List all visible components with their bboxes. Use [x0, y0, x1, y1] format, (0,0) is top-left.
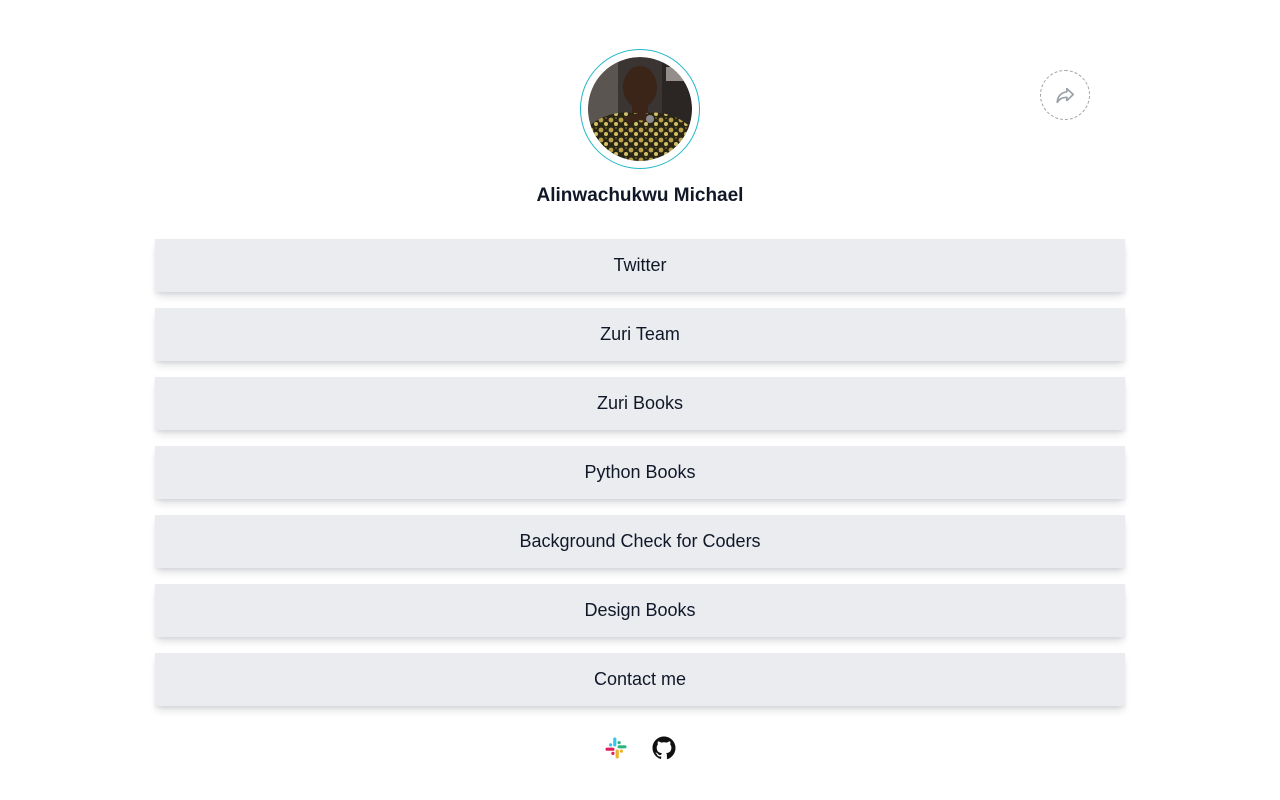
link-contact-me[interactable]: Contact me	[155, 653, 1125, 706]
link-design-books[interactable]: Design Books	[155, 584, 1125, 637]
github-icon[interactable]	[652, 736, 676, 760]
linktree-page: Alinwachukwu Michael Twitter Zuri Team Z…	[0, 0, 1280, 800]
link-twitter[interactable]: Twitter	[155, 239, 1125, 292]
links-list: Twitter Zuri Team Zuri Books Python Book…	[155, 239, 1125, 722]
slack-icon[interactable]	[604, 736, 628, 760]
link-zuri-team[interactable]: Zuri Team	[155, 308, 1125, 361]
link-zuri-books[interactable]: Zuri Books	[155, 377, 1125, 430]
share-button[interactable]	[1040, 70, 1090, 120]
profile-photo	[588, 57, 692, 161]
link-python-books[interactable]: Python Books	[155, 446, 1125, 499]
profile-name: Alinwachukwu Michael	[536, 185, 744, 206]
link-background-check[interactable]: Background Check for Coders	[155, 515, 1125, 568]
footer-icons	[0, 736, 1280, 760]
avatar	[580, 49, 700, 169]
share-icon	[1056, 87, 1075, 104]
